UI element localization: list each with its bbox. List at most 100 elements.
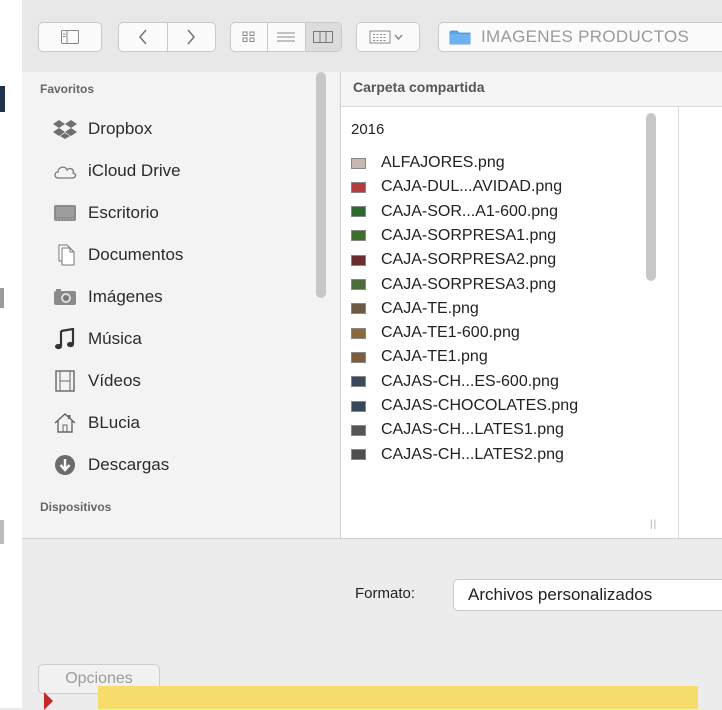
sidebar-item-label: Dropbox [88,119,153,138]
file-name: CAJA-TE1.png [381,348,488,366]
file-name: CAJA-SORPRESA1.png [381,226,557,244]
sidebar-toggle-icon [61,30,79,44]
list-view-button[interactable] [267,23,304,51]
background-window-mark [0,86,5,112]
folder-title[interactable]: 2016 [351,121,384,138]
sidebar-item-label: Música [88,329,142,348]
image-file-icon [351,449,366,461]
file-name: CAJAS-CH...LATES2.png [381,445,564,463]
documents-icon [52,244,78,266]
file-list-item[interactable]: CAJAS-CH...LATES2.png [351,444,564,466]
sidebar-item-label: Vídeos [88,371,141,390]
column-resize-handle[interactable]: || [650,519,657,530]
image-file-icon [351,376,366,388]
sidebar-item-blucia[interactable]: BLucia [52,408,140,438]
file-name: CAJA-SORPRESA3.png [381,275,557,293]
file-list-item[interactable]: CAJA-TE1-600.png [351,322,520,344]
folder-icon [449,30,471,45]
file-list-item[interactable]: CAJA-SOR...A1-600.png [351,201,558,223]
dialog-footer: Formato: Archivos personalizados Opcione… [22,538,722,710]
chevron-left-icon [138,29,147,45]
column-view-icon [313,31,334,43]
file-list-item[interactable]: CAJA-SORPRESA2.png [351,249,556,271]
sidebar-scrollbar[interactable] [316,72,326,298]
preview-column [679,107,722,538]
forward-button[interactable] [166,23,215,51]
file-name: CAJAS-CHOCOLATES.png [381,397,579,414]
dialog-toolbar: IMAGENES PRODUCTOS [22,0,722,73]
download-icon [52,454,78,476]
sidebar-item-label: BLucia [88,413,140,432]
file-name: CAJA-TE1-600.png [381,324,520,342]
icon-view-button[interactable] [231,23,267,51]
sidebar-item-label: Documentos [88,245,184,264]
format-label: Formato: [355,585,416,602]
format-select[interactable]: Archivos personalizados [453,579,722,611]
location-popup[interactable]: IMAGENES PRODUCTOS [438,22,722,52]
sidebar-item-label: Escritorio [88,203,159,222]
file-name: CAJAS-CH...ES-600.png [381,372,559,390]
open-file-dialog: IMAGENES PRODUCTOS Favoritos Dropbox iCl… [22,0,722,710]
image-file-icon [351,254,366,266]
chevron-right-icon [187,29,196,45]
icon-view-icon [242,31,255,42]
back-button[interactable] [119,23,167,51]
sidebar: Favoritos Dropbox iCloud Drive Escritori… [22,72,341,538]
sidebar-item-label: iCloud Drive [88,161,181,180]
file-list-item[interactable]: CAJA-SORPRESA1.png [351,225,556,247]
file-list-item[interactable]: CAJAS-CHOCOLATES.png [351,395,578,417]
music-icon [52,328,78,350]
background-window-mark [0,520,4,544]
image-file-icon [351,279,366,290]
list-view-icon [277,32,296,42]
image-file-icon [351,424,366,436]
file-list-item[interactable]: CAJAS-CH...ES-600.png [351,371,559,393]
location-label: IMAGENES PRODUCTOS [481,27,690,46]
camera-icon [52,286,78,308]
file-name: CAJA-SOR...A1-600.png [381,202,558,220]
file-name: CAJAS-CH...LATES1.png [381,421,564,439]
file-name: CAJA-TE.png [381,299,479,317]
view-mode-control [230,22,342,52]
image-file-icon [351,400,366,412]
file-name: CAJA-SORPRESA2.png [381,251,557,269]
column-view-button[interactable] [304,23,341,51]
sidebar-item-descargas[interactable]: Descargas [52,450,169,480]
file-list-item[interactable]: CAJAS-CH...LATES1.png [351,419,564,441]
image-file-icon [351,157,366,169]
sidebar-toggle-button[interactable] [38,22,102,52]
background-window-edge [0,0,22,708]
background-window-mark [0,288,4,308]
column-header: Carpeta compartida [341,72,722,107]
sidebar-item-videos[interactable]: Vídeos [52,366,141,396]
file-name: ALFAJORES.png [381,154,505,171]
sidebar-item-label: Imágenes [88,287,163,306]
sidebar-item-label: Descargas [88,455,170,474]
sidebar-item-documentos[interactable]: Documentos [52,240,183,270]
image-file-icon [351,206,366,218]
file-list-item[interactable]: CAJA-TE1.png [351,346,488,368]
sidebar-item-musica[interactable]: Música [52,324,142,354]
film-icon [52,370,78,392]
arrange-icon [369,30,403,44]
arrange-menu-button[interactable] [356,22,420,52]
red-arrow-icon [44,692,53,710]
cloud-icon [52,160,78,182]
image-file-icon [351,230,366,242]
file-list-item[interactable]: ALFAJORES.png [351,152,505,174]
image-file-icon [351,181,366,193]
sidebar-heading-favorites: Favoritos [40,82,95,96]
sidebar-item-icloud-drive[interactable]: iCloud Drive [52,156,181,186]
file-list-item[interactable]: CAJA-DUL...AVIDAD.png [351,176,562,198]
file-list-item[interactable]: CAJA-SORPRESA3.png [351,274,556,296]
image-file-icon [351,327,366,339]
sidebar-item-dropbox[interactable]: Dropbox [52,114,152,144]
file-list-item[interactable]: CAJA-TE.png [351,298,479,320]
image-file-icon [351,351,366,363]
sidebar-item-escritorio[interactable]: Escritorio [52,198,159,228]
file-name: CAJA-DUL...AVIDAD.png [381,178,563,196]
file-column[interactable]: 2016 || ALFAJORES.png CAJA-DUL...AVIDAD.p… [341,107,679,538]
home-icon [52,412,78,434]
sidebar-item-imagenes[interactable]: Imágenes [52,282,163,312]
file-list-scrollbar[interactable] [646,113,656,281]
